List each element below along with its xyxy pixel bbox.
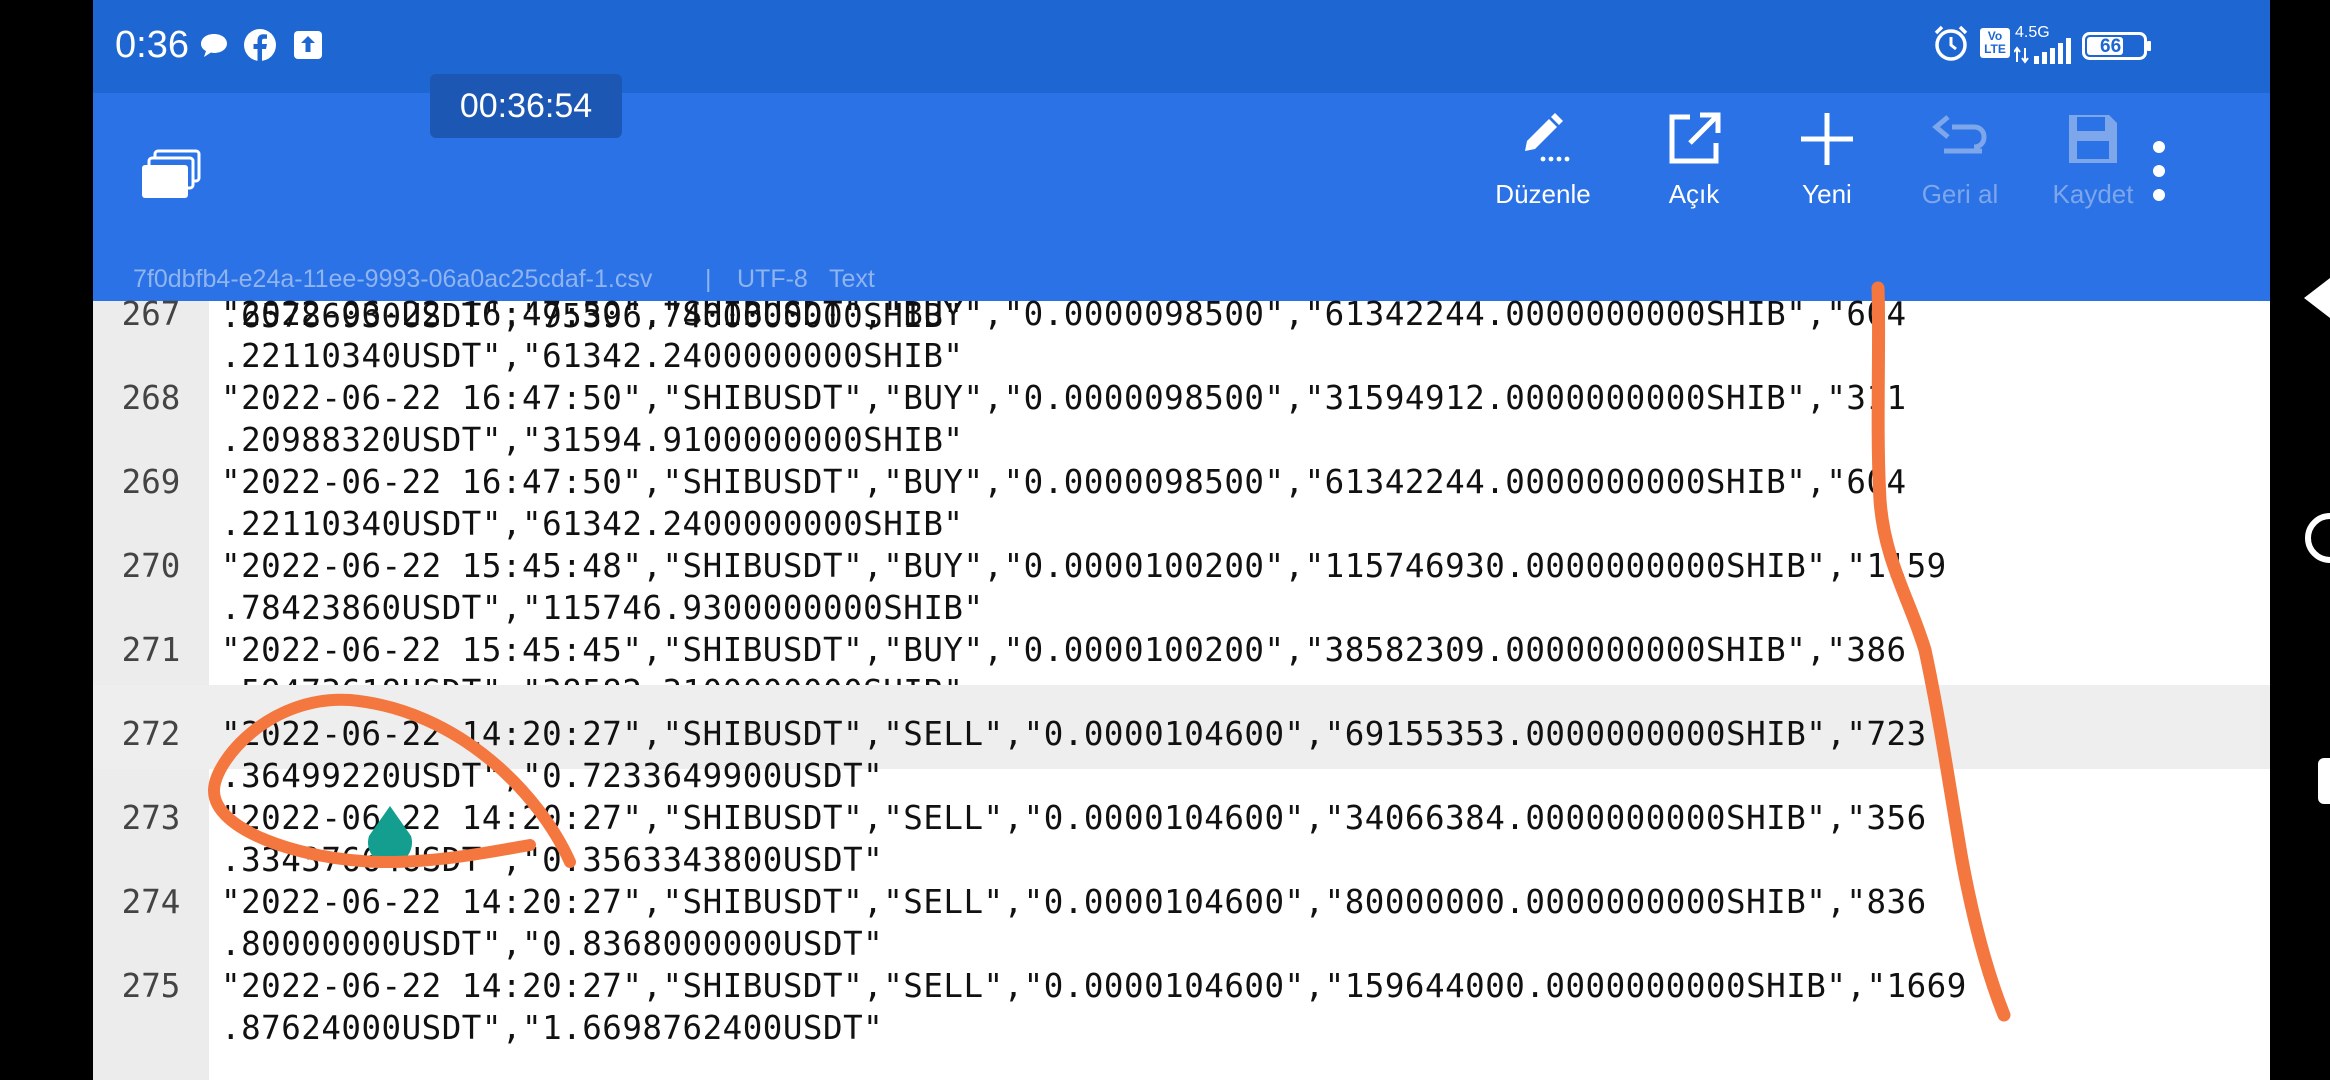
code-line-text: "2022-06-22 16:47:50","SHIBUSDT","BUY","… bbox=[221, 379, 1907, 417]
signal-icon bbox=[2014, 38, 2071, 64]
open-external-icon bbox=[1669, 112, 1721, 164]
code-line-text: "2022-06-22 15:45:48","SHIBUSDT","BUY","… bbox=[221, 547, 1947, 585]
edit-button[interactable]: Düzenle bbox=[1483, 111, 1603, 221]
app-toolbar: Düzenle Açık Yeni Geri al Kaydet bbox=[93, 93, 2270, 245]
text-cursor-handle[interactable] bbox=[365, 806, 415, 862]
code-line-row[interactable]: 270 "2022-06-22 15:45:48","SHIBUSDT","BUY… bbox=[93, 517, 2270, 627]
battery-level: 66 bbox=[2100, 36, 2122, 57]
facebook-icon bbox=[244, 29, 276, 62]
edit-pencil-icon bbox=[1525, 113, 1570, 162]
status-right-icons: Vo LTE 4.5G 66 bbox=[1932, 20, 2192, 72]
code-line-row[interactable]: 273 "2022-06-22 14:20:27","SHIBUSDT","SEL… bbox=[93, 769, 2270, 879]
new-button[interactable]: Yeni bbox=[1767, 111, 1887, 221]
code-line-text: "2022-06-22 16:47:50","SHIBUSDT","BUY","… bbox=[221, 295, 1907, 333]
chat-bubble-icon bbox=[201, 34, 227, 57]
code-line-text: "2022-06-22 14:20:27","SHIBUSDT","SELL",… bbox=[221, 715, 1927, 753]
code-line-row[interactable]: 268 "2022-06-22 16:47:50","SHIBUSDT","BUY… bbox=[93, 349, 2270, 459]
upload-icon bbox=[294, 31, 322, 59]
status-bar: 0:36 Vo LTE 4.5G 66 bbox=[93, 0, 2270, 93]
code-line-text: "2022-06-22 15:45:45","SHIBUSDT","BUY","… bbox=[221, 631, 1907, 669]
screen-recorder-timer[interactable]: 00:36:54 bbox=[430, 74, 622, 138]
code-line-text: "2022-06-22 14:20:27","SHIBUSDT","SELL",… bbox=[221, 967, 1967, 1005]
code-line-row[interactable]: 271 "2022-06-22 15:45:45","SHIBUSDT","BUY… bbox=[93, 601, 2270, 711]
side-record-icon[interactable] bbox=[2305, 513, 2330, 563]
line-number: 271 bbox=[121, 631, 181, 669]
status-time: 0:36 bbox=[115, 24, 189, 66]
undo-icon bbox=[1932, 115, 1987, 154]
undo-button[interactable]: Geri al bbox=[1900, 111, 2020, 221]
code-line-text: "2022-06-22 16:47:50","SHIBUSDT","BUY","… bbox=[221, 463, 1907, 501]
save-button[interactable]: Kaydet bbox=[2033, 111, 2153, 221]
line-number: 267 bbox=[121, 295, 181, 333]
undo-button-label: Geri al bbox=[1921, 179, 1999, 209]
text-editor[interactable]: .65786930USDT","95396.7400000000SHIB" 26… bbox=[93, 295, 2270, 1080]
line-number: 272 bbox=[121, 715, 181, 753]
code-line-wrapped: .87624000USDT","1.6698762400USDT" bbox=[221, 1009, 884, 1047]
side-arrow-icon[interactable] bbox=[2304, 278, 2330, 318]
code-line-row[interactable]: 269 "2022-06-22 16:47:50","SHIBUSDT","BUY… bbox=[93, 433, 2270, 543]
more-vertical-icon[interactable] bbox=[2149, 139, 2169, 203]
open-button[interactable]: Açık bbox=[1634, 111, 1754, 221]
edit-button-label: Düzenle bbox=[1495, 179, 1591, 209]
code-line-row[interactable]: 275 "2022-06-22 14:20:27","SHIBUSDT","SEL… bbox=[93, 937, 2270, 1047]
line-number: 275 bbox=[121, 967, 181, 1005]
alarm-icon bbox=[1934, 25, 1968, 61]
line-number: 273 bbox=[121, 799, 181, 837]
code-line-row[interactable]: 272 "2022-06-22 14:20:27","SHIBUSDT","SEL… bbox=[93, 685, 2270, 795]
code-line-row[interactable]: 274 "2022-06-22 14:20:27","SHIBUSDT","SEL… bbox=[93, 853, 2270, 963]
save-icon bbox=[2069, 115, 2117, 163]
windows-stack-icon[interactable] bbox=[141, 149, 201, 201]
line-number: 269 bbox=[121, 463, 181, 501]
code-line-row[interactable]: 267 "2022-06-22 16:47:50","SHIBUSDT","BUY… bbox=[93, 265, 2270, 375]
code-line-text: "2022-06-22 14:20:27","SHIBUSDT","SELL",… bbox=[221, 883, 1927, 921]
open-button-label: Açık bbox=[1668, 179, 1720, 209]
line-number: 270 bbox=[121, 547, 181, 585]
volte-icon: Vo LTE bbox=[1980, 28, 2010, 58]
side-handle-icon[interactable] bbox=[2318, 758, 2330, 804]
line-number: 268 bbox=[121, 379, 181, 417]
save-button-label: Kaydet bbox=[2052, 179, 2134, 209]
phone-screen: 0:36 Vo LTE 4.5G 66 00:36:54 Düzenle Açı… bbox=[93, 0, 2270, 1080]
new-button-label: Yeni bbox=[1802, 179, 1852, 209]
plus-icon bbox=[1801, 113, 1853, 165]
line-number: 274 bbox=[121, 883, 181, 921]
right-edge-controls bbox=[2304, 278, 2330, 804]
code-line-text: "2022-06-22 14:20:27","SHIBUSDT","SELL",… bbox=[221, 799, 1927, 837]
